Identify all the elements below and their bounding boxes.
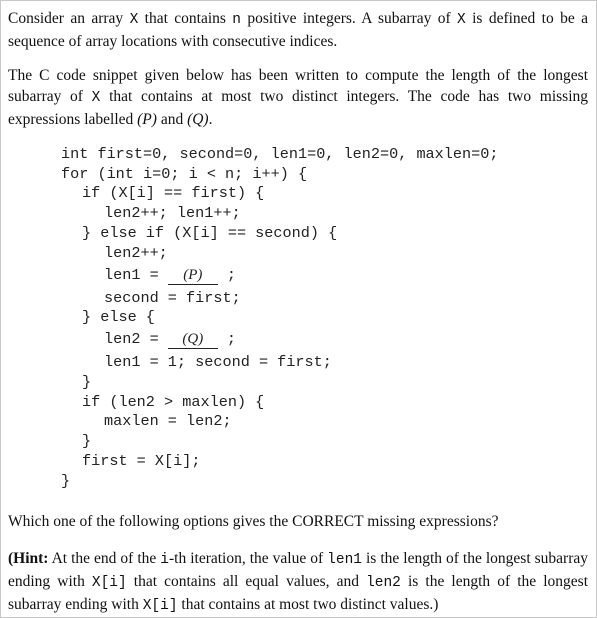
intro-var-x2: X xyxy=(457,11,466,28)
hint-paragraph: (Hint: At the end of the i-th iteration,… xyxy=(8,548,588,617)
hint-text-6: that contains at most two distinct value… xyxy=(177,595,439,613)
code-line-12: } xyxy=(82,373,92,391)
hint-code-len2: len2 xyxy=(366,574,401,591)
code-line-2: for (int i=0; i < n; i++) { xyxy=(61,165,308,183)
hint-code-xi: X[i] xyxy=(91,574,127,591)
code-line-10: len2 = (Q) ; xyxy=(104,329,236,349)
code-line-13: if (len2 > maxlen) { xyxy=(82,393,265,411)
intro-var-n: n xyxy=(232,11,241,28)
line10-suffix: ; xyxy=(217,330,237,348)
blank-q: (Q) xyxy=(167,331,218,349)
intro-paragraph: Consider an array X that contains n posi… xyxy=(8,8,588,52)
code-line-15: } xyxy=(82,432,92,450)
code-line-6: len2++; xyxy=(104,244,168,262)
code-line-9: } else { xyxy=(82,308,155,326)
line7-suffix: ; xyxy=(217,266,237,284)
code-line-4: len2++; len1++; xyxy=(104,204,241,222)
code-line-7: len1 = (P) ; xyxy=(104,265,236,285)
line10-prefix: len2 = xyxy=(104,330,168,348)
intro-text-1: Consider an array xyxy=(8,9,130,27)
desc-text-3: and xyxy=(156,110,188,128)
intro-text-3: positive integers. A subarray of xyxy=(241,9,458,27)
code-line-5: } else if (X[i] == second) { xyxy=(82,224,338,242)
desc-text-4: . xyxy=(208,110,213,128)
question-text: Which one of the following options gives… xyxy=(8,512,499,530)
code-description-paragraph: The C code snippet given below has been … xyxy=(8,65,588,130)
code-line-3: if (X[i] == first) { xyxy=(82,184,265,202)
desc-label-q: (Q) xyxy=(187,110,209,128)
code-line-16: first = X[i]; xyxy=(82,452,201,470)
line7-prefix: len1 = xyxy=(104,266,168,284)
hint-code-i: i xyxy=(160,551,169,568)
hint-text-4: that contains all equal values, and xyxy=(126,572,367,590)
intro-var-x: X xyxy=(129,11,139,28)
hint-code-len1: len1 xyxy=(327,551,362,568)
code-line-8: second = first; xyxy=(104,289,241,307)
code-line-11: len1 = 1; second = first; xyxy=(104,353,332,371)
hint-text-1: At the end of the xyxy=(48,549,161,567)
code-line-17: } xyxy=(61,472,71,490)
code-line-1: int first=0, second=0, len1=0, len2=0, m… xyxy=(61,145,499,163)
blank-p: (P) xyxy=(167,267,218,285)
intro-text-2: that contains xyxy=(138,9,233,27)
hint-label: (Hint: xyxy=(8,549,49,567)
hint-code-xi-2: X[i] xyxy=(142,597,178,614)
desc-label-p: (P) xyxy=(137,110,157,128)
code-line-14: maxlen = len2; xyxy=(104,412,232,430)
hint-text-2: -th iteration, the value of xyxy=(169,549,328,567)
